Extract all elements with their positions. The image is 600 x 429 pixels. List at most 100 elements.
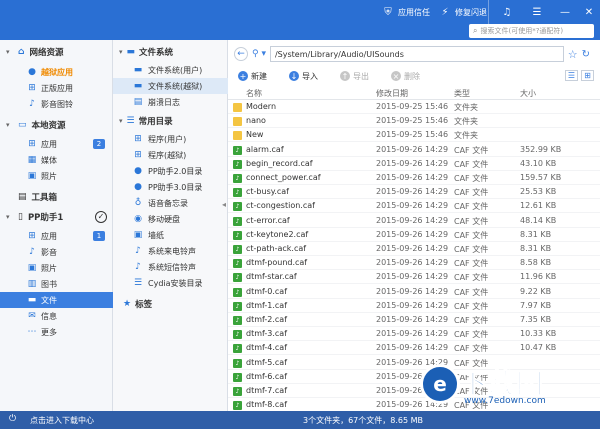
minimize-button[interactable]: — [558, 5, 572, 19]
section-tags[interactable]: ★ 标签 [113, 296, 228, 312]
dir-pp2[interactable]: ● PP助手2.0目录 [113, 163, 228, 179]
audio-file-icon: ♪ [233, 245, 242, 254]
file-name: nano [246, 116, 266, 126]
download-center-link[interactable]: 点击进入下载中心 [30, 415, 94, 426]
file-row[interactable]: ♪ dtmf-2.caf 2015-09-26 14:29 CAF 文件 7.35 KB [228, 314, 600, 327]
audio-file-icon: ♪ [233, 372, 242, 382]
file-row[interactable]: ♪ ct-error.caf 2015-09-26 14:29 CAF 文件 48.14… [228, 215, 600, 228]
back-button[interactable]: ← [234, 47, 248, 61]
dir-cydia[interactable]: ☰ Cydia安装目录 [113, 275, 228, 291]
column-date[interactable]: 修改日期 [376, 88, 408, 99]
section-toolbox[interactable]: ▤ 工具箱 [0, 188, 113, 206]
path-input[interactable]: /System/Library/Audio/UISounds [269, 46, 564, 62]
dir-ringtones[interactable]: ♪ 系统来电铃声 [113, 243, 228, 259]
photo-icon: ▣ [27, 171, 37, 181]
grid-view-icon[interactable]: ⊞ [581, 70, 594, 81]
section-device[interactable]: ▾ ▯ PP助手1 ✓ [0, 208, 113, 226]
file-row[interactable]: ♪ dtmf-pound.caf 2015-09-26 14:29 CAF 文件 8.5… [228, 257, 600, 271]
dir-sms-tones[interactable]: ♪ 系统短信铃声 [113, 259, 228, 275]
column-name[interactable]: 名称 [246, 88, 262, 99]
shield-icon: ⛨ [384, 6, 392, 18]
file-type: CAF 文件 [454, 273, 489, 283]
section-local[interactable]: ▾ ▭ 本地资源 [0, 116, 113, 134]
file-row[interactable]: ♪ ct-busy.caf 2015-09-26 14:29 CAF 文件 25.53 … [228, 186, 600, 200]
file-size: 11.96 KB [520, 272, 557, 282]
column-size[interactable]: 大小 [520, 88, 536, 99]
file-size: 48.14 KB [520, 215, 557, 225]
file-row[interactable]: ♪ dtmf-1.caf 2015-09-26 14:29 CAF 文件 7.97 KB [228, 300, 600, 313]
list-view-icon[interactable]: ☰ [565, 70, 578, 81]
sidebar-item-official-apps[interactable]: ⊞ 正版应用 [0, 80, 113, 96]
delete-button[interactable]: × 删除 [391, 71, 420, 82]
dir-fs-user[interactable]: ▬ 文件系统(用户) [113, 62, 228, 78]
sidebar-item-jailbreak-apps[interactable]: ● 越狱应用 [0, 64, 113, 80]
file-row[interactable]: ♪ begin_record.caf 2015-09-26 14:29 CAF 文件 4… [228, 158, 600, 171]
dir-voice-memos[interactable]: ♁ 语音备忘录 [113, 195, 228, 211]
dir-wallpaper[interactable]: ▣ 墙纸 [113, 227, 228, 243]
import-button[interactable]: ↓ 导入 [289, 71, 318, 82]
music-icon: ♫ [502, 6, 512, 18]
refresh-icon[interactable]: ↻ [582, 49, 590, 60]
section-file-system[interactable]: ▾ ▬ 文件系统 [113, 44, 228, 60]
folder-row[interactable]: Modern 2015-09-25 15:46 文件夹 [228, 101, 600, 114]
file-row[interactable]: ♪ ct-path-ack.caf 2015-09-26 14:29 CAF 文件 8.… [228, 243, 600, 256]
close-button[interactable]: ✕ [582, 5, 596, 19]
sidebar-item-device-messages[interactable]: ✉ 信息 [0, 308, 113, 324]
music-button[interactable]: ♫ [500, 5, 514, 19]
chevron-down-icon: ▾ [6, 121, 10, 129]
folder-icon [233, 103, 242, 112]
file-row[interactable]: ♪ ct-keytone2.caf 2015-09-26 14:29 CAF 文件 8.… [228, 229, 600, 242]
folder-icon: ▬ [27, 295, 37, 305]
file-row[interactable]: ♪ dtmf-4.caf 2015-09-26 14:29 CAF 文件 10.47 K… [228, 342, 600, 356]
pp-icon: ● [134, 182, 142, 192]
file-row[interactable]: ♪ dtmf-star.caf 2015-09-26 14:29 CAF 文件 11.9… [228, 271, 600, 285]
section-common-dirs[interactable]: ▾ ☰ 常用目录 [113, 113, 228, 129]
sidebar-item-local-photos[interactable]: ▣ 照片 [0, 168, 113, 184]
file-type: CAF 文件 [454, 159, 489, 169]
sidebar-item-local-apps[interactable]: ⊞ 应用 2 [0, 136, 113, 152]
apps-icon: ⊞ [134, 150, 142, 160]
collapse-arrow-icon[interactable]: ◂ [222, 200, 226, 209]
dir-programs-user[interactable]: ⊞ 程序(用户) [113, 131, 228, 147]
sidebar-item-device-photos[interactable]: ▣ 照片 [0, 260, 113, 276]
search-input[interactable]: 搜索文件(可使用*?通配符) [480, 26, 563, 36]
more-icon: ⋯ [27, 327, 37, 337]
power-icon[interactable]: ⏻ [9, 414, 16, 424]
app-trust-button[interactable]: ⛨ 应用信任 [381, 5, 430, 19]
search-icon: ⌕ [473, 26, 478, 35]
file-row[interactable]: ♪ connect_power.caf 2015-09-26 14:29 CAF 文件… [228, 172, 600, 185]
dir-pp3[interactable]: ● PP助手3.0目录 [113, 179, 228, 195]
file-row[interactable]: ♪ alarm.caf 2015-09-26 14:29 CAF 文件 352.99 K… [228, 144, 600, 157]
sidebar-item-local-media[interactable]: ▦ 媒体 [0, 152, 113, 168]
phone-icon: ▯ [18, 212, 23, 222]
star-icon[interactable]: ☆ [568, 48, 578, 61]
sidebar-item-media-ringtones[interactable]: ♪ 影音图铃 [0, 96, 113, 112]
file-date: 2015-09-26 14:29 [376, 173, 449, 182]
sidebar-item-device-books[interactable]: ▥ 图书 [0, 276, 113, 292]
dir-programs-jailbreak[interactable]: ⊞ 程序(越狱) [113, 147, 228, 163]
menu-icon: ☰ [532, 6, 542, 18]
file-type: CAF 文件 [454, 316, 489, 325]
audio-file-icon: ♪ [233, 202, 242, 212]
sidebar-item-device-more[interactable]: ⋯ 更多 [0, 324, 113, 340]
column-type[interactable]: 类型 [454, 88, 470, 99]
folder-row[interactable]: nano 2015-09-25 15:46 文件夹 [228, 115, 600, 129]
folder-row[interactable]: New 2015-09-25 15:46 文件夹 [228, 129, 600, 143]
fix-crash-button[interactable]: ⚡ 修复闪退 [438, 5, 487, 19]
search-box[interactable]: ⌕ 搜索文件(可使用*?通配符) [469, 24, 594, 38]
file-row[interactable]: ♪ dtmf-0.caf 2015-09-26 14:29 CAF 文件 9.22 KB [228, 286, 600, 299]
file-row[interactable]: ♪ dtmf-3.caf 2015-09-26 14:29 CAF 文件 10.33 K… [228, 328, 600, 342]
dir-mobile-disk[interactable]: ◉ 移动硬盘 [113, 211, 228, 227]
file-row[interactable]: ♪ ct-congestion.caf 2015-09-26 14:29 CAF 文件… [228, 200, 600, 214]
new-button[interactable]: + 新建 [238, 71, 267, 82]
section-network[interactable]: ▾ ⌂ 网络资源 [0, 43, 113, 61]
sidebar-item-device-media[interactable]: ♪ 影音 [0, 244, 113, 260]
dir-fs-jailbreak[interactable]: ▬ 文件系统(越狱) [113, 78, 228, 94]
dir-crash-logs[interactable]: ▤ 崩溃日志 [113, 94, 228, 110]
export-button[interactable]: ↑ 导出 [340, 71, 369, 82]
file-date: 2015-09-26 14:29 [376, 343, 449, 353]
sidebar-item-device-files[interactable]: ▬ 文件 [0, 292, 113, 308]
location-icon[interactable]: ⚲ ▾ [252, 49, 266, 59]
menu-button[interactable]: ☰ [530, 5, 544, 19]
sidebar-item-device-apps[interactable]: ⊞ 应用 1 [0, 228, 113, 244]
